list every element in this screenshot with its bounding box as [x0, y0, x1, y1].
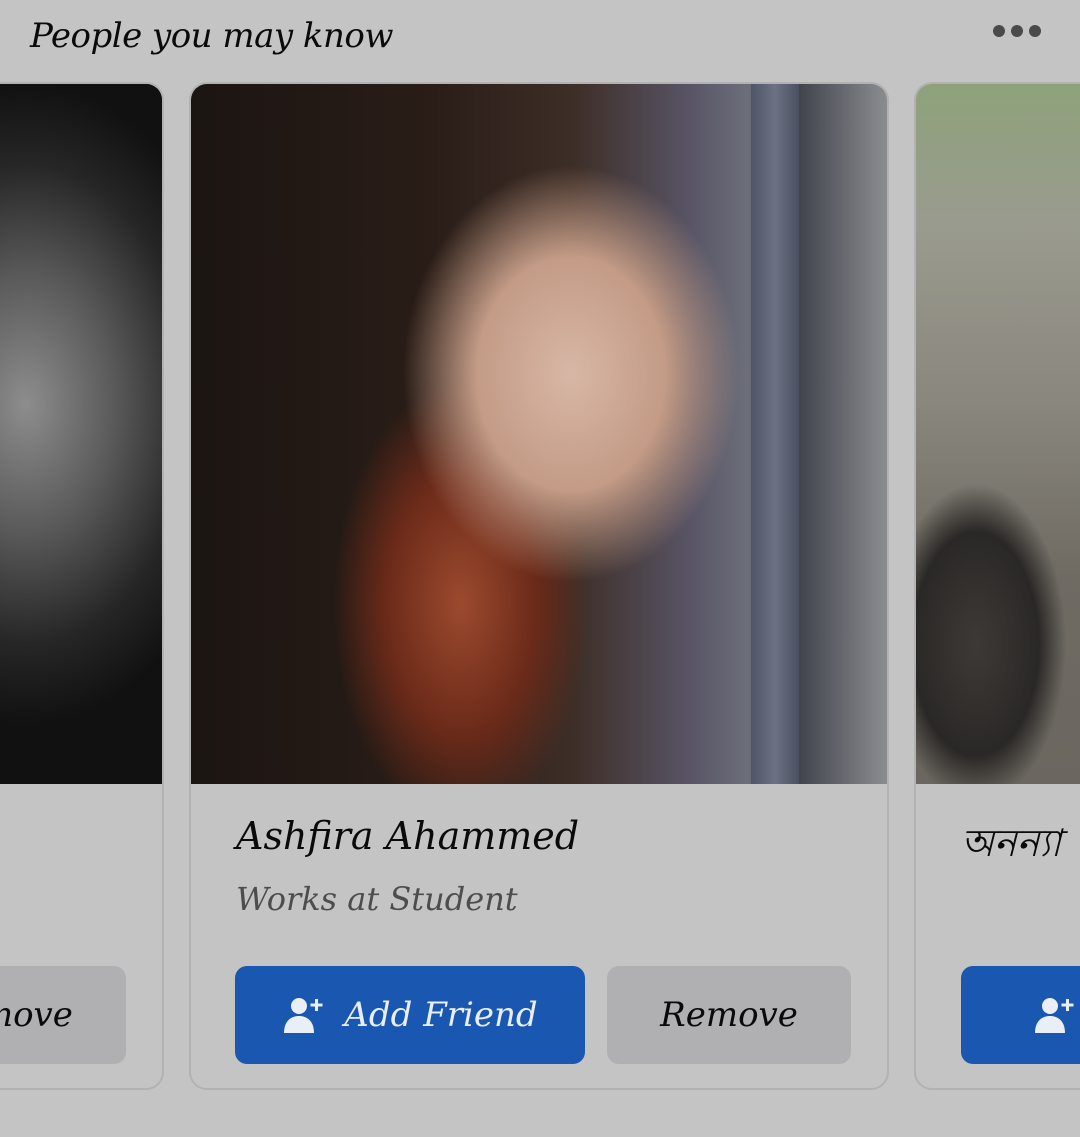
profile-photo[interactable]	[0, 84, 162, 784]
more-horizontal-icon	[993, 25, 1005, 37]
suggestion-card[interactable]: অনন্যা	[914, 82, 1080, 1090]
profile-photo[interactable]	[916, 84, 1080, 784]
person-subtitle: Works at Student	[236, 880, 518, 918]
more-horizontal-icon-dot	[1011, 25, 1023, 37]
more-horizontal-icon-dot	[1029, 25, 1041, 37]
suggestion-card[interactable]: Remove	[0, 82, 164, 1090]
add-person-icon	[284, 998, 323, 1033]
section-title: People you may know	[30, 16, 394, 56]
photo-window-bar	[751, 84, 799, 784]
add-friend-label: Add Friend	[344, 995, 538, 1035]
add-person-icon	[1035, 998, 1074, 1033]
remove-button-label: Remove	[0, 995, 73, 1035]
person-name[interactable]: অনন্যা	[961, 814, 1061, 878]
people-you-may-know-section: People you may know Remove Ashfira Ahamm…	[0, 0, 1080, 1137]
remove-button-label: Remove	[660, 995, 798, 1035]
suggestion-card[interactable]: Ashfira Ahammed Works at Student Add Fri…	[189, 82, 889, 1090]
remove-button[interactable]: Remove	[0, 966, 126, 1064]
remove-button[interactable]: Remove	[607, 966, 851, 1064]
person-name[interactable]: Ashfira Ahammed	[236, 814, 579, 858]
profile-photo[interactable]	[191, 84, 887, 784]
add-friend-button[interactable]: Add Friend	[235, 966, 585, 1064]
more-options-button[interactable]	[984, 14, 1050, 48]
add-friend-button[interactable]	[961, 966, 1080, 1064]
